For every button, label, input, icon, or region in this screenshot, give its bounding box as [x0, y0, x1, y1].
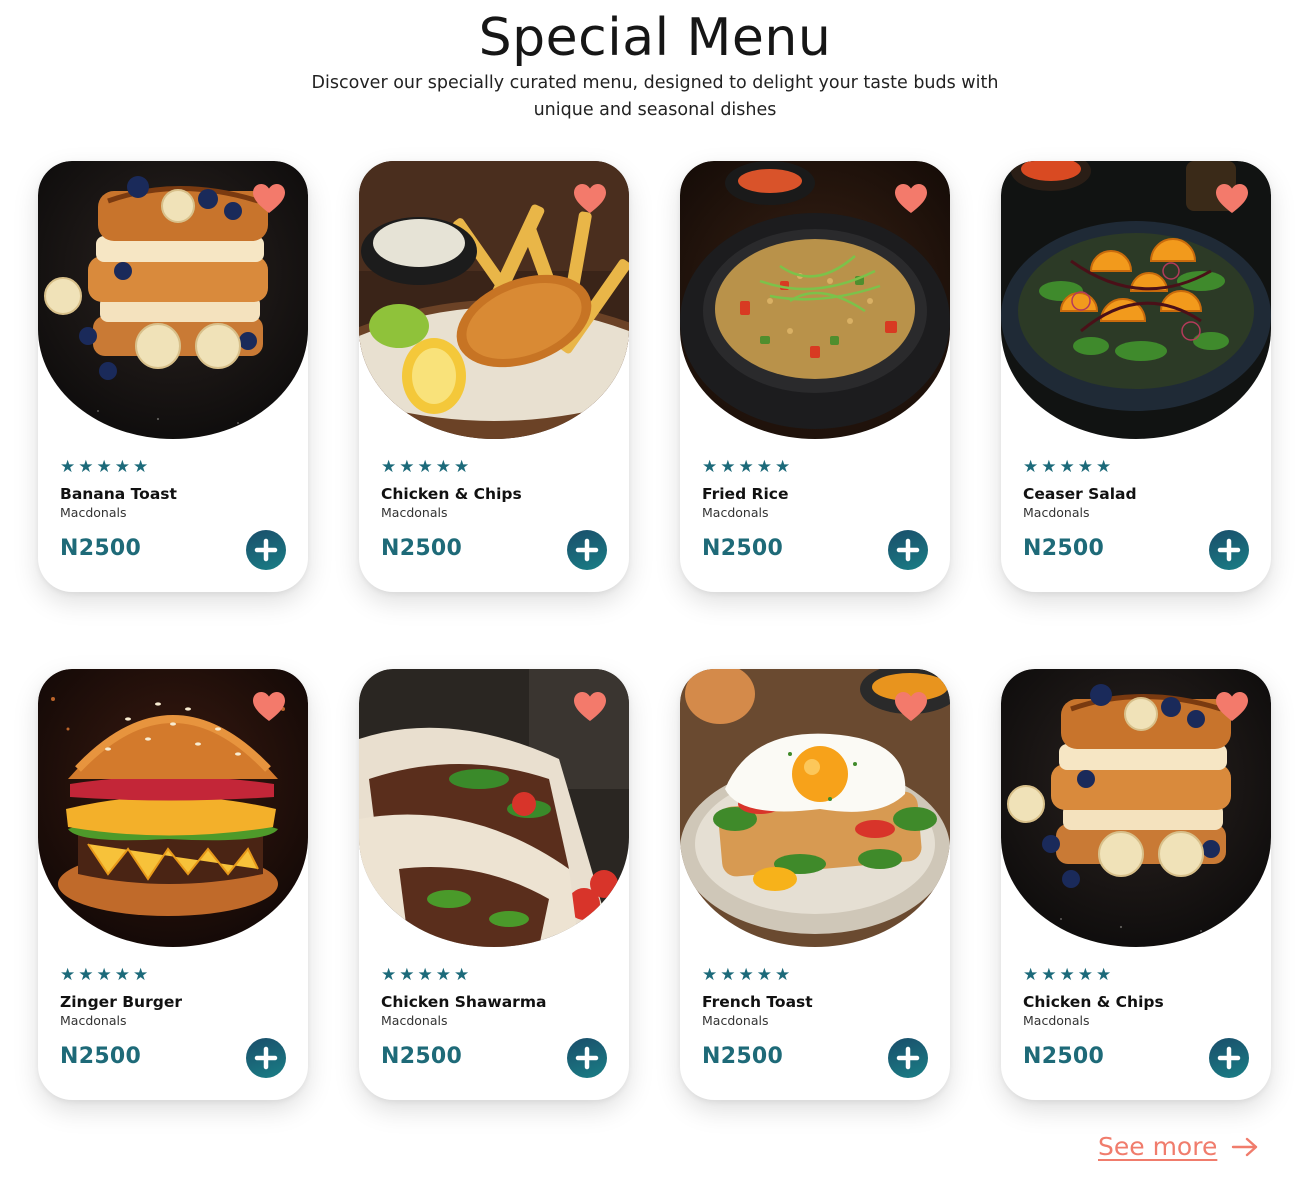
arrow-right-icon [1232, 1137, 1258, 1156]
rating-stars: ★★★★★ [1023, 965, 1115, 985]
restaurant-name: Macdonals [702, 505, 769, 520]
add-to-cart-button[interactable] [888, 530, 928, 570]
rating-stars: ★★★★★ [1023, 457, 1115, 477]
dish-name: Banana Toast [60, 485, 177, 503]
rating-stars: ★★★★★ [60, 457, 152, 477]
plus-icon [1217, 538, 1241, 562]
page-subtitle: Discover our specially curated menu, des… [311, 73, 999, 120]
restaurant-name: Macdonals [702, 1013, 769, 1028]
add-to-cart-button[interactable] [1209, 530, 1249, 570]
menu-card[interactable]: ★★★★★ Chicken Shawarma Macdonals N2500 [359, 669, 629, 1100]
dish-name: French Toast [702, 993, 813, 1011]
add-to-cart-button[interactable] [888, 1038, 928, 1078]
menu-card[interactable]: ★★★★★ Fried Rice Macdonals N2500 [680, 161, 950, 592]
plus-icon [896, 538, 920, 562]
dish-price: N2500 [1023, 536, 1105, 561]
restaurant-name: Macdonals [1023, 505, 1090, 520]
menu-card[interactable]: ★★★★★ Chicken & Chips Macdonals N2500 [359, 161, 629, 592]
plus-icon [254, 538, 278, 562]
dish-price: N2500 [60, 1044, 142, 1069]
heart-icon[interactable] [1215, 691, 1249, 723]
menu-card[interactable]: ★★★★★ French Toast Macdonals N2500 [680, 669, 950, 1100]
restaurant-name: Macdonals [381, 1013, 448, 1028]
add-to-cart-button[interactable] [567, 530, 607, 570]
add-to-cart-button[interactable] [246, 1038, 286, 1078]
menu-card[interactable]: ★★★★★ Chicken & Chips Macdonals N2500 [1001, 669, 1271, 1100]
rating-stars: ★★★★★ [60, 965, 152, 985]
see-more-label: See more [1098, 1132, 1218, 1161]
dish-price: N2500 [702, 1044, 784, 1069]
restaurant-name: Macdonals [60, 1013, 127, 1028]
plus-icon [575, 538, 599, 562]
heart-icon[interactable] [894, 183, 928, 215]
menu-card[interactable]: ★★★★★ Ceaser Salad Macdonals N2500 [1001, 161, 1271, 592]
dish-price: N2500 [1023, 1044, 1105, 1069]
dish-name: Zinger Burger [60, 993, 182, 1011]
plus-icon [896, 1046, 920, 1070]
restaurant-name: Macdonals [1023, 1013, 1090, 1028]
dish-name: Chicken & Chips [381, 485, 522, 503]
restaurant-name: Macdonals [60, 505, 127, 520]
dish-name: Chicken & Chips [1023, 993, 1164, 1011]
rating-stars: ★★★★★ [702, 965, 794, 985]
restaurant-name: Macdonals [381, 505, 448, 520]
menu-card[interactable]: ★★★★★ Zinger Burger Macdonals N2500 [38, 669, 308, 1100]
dish-price: N2500 [60, 536, 142, 561]
add-to-cart-button[interactable] [1209, 1038, 1249, 1078]
plus-icon [254, 1046, 278, 1070]
rating-stars: ★★★★★ [381, 965, 473, 985]
dish-price: N2500 [702, 536, 784, 561]
heart-icon[interactable] [1215, 183, 1249, 215]
dish-price: N2500 [381, 1044, 463, 1069]
dish-price: N2500 [381, 536, 463, 561]
plus-icon [575, 1046, 599, 1070]
dish-name: Ceaser Salad [1023, 485, 1137, 503]
heart-icon[interactable] [573, 691, 607, 723]
rating-stars: ★★★★★ [381, 457, 473, 477]
dish-name: Chicken Shawarma [381, 993, 547, 1011]
dish-name: Fried Rice [702, 485, 789, 503]
see-more-link[interactable]: See more [1098, 1132, 1259, 1161]
heart-icon[interactable] [252, 691, 286, 723]
heart-icon[interactable] [894, 691, 928, 723]
menu-card[interactable]: ★★★★★ Banana Toast Macdonals N2500 [38, 161, 308, 592]
rating-stars: ★★★★★ [702, 457, 794, 477]
menu-grid: ★★★★★ Banana Toast Macdonals N2500 ★★★★★… [38, 161, 1272, 1100]
heart-icon[interactable] [252, 183, 286, 215]
page-title: Special Menu [478, 8, 832, 68]
add-to-cart-button[interactable] [246, 530, 286, 570]
heart-icon[interactable] [573, 183, 607, 215]
plus-icon [1217, 1046, 1241, 1070]
add-to-cart-button[interactable] [567, 1038, 607, 1078]
